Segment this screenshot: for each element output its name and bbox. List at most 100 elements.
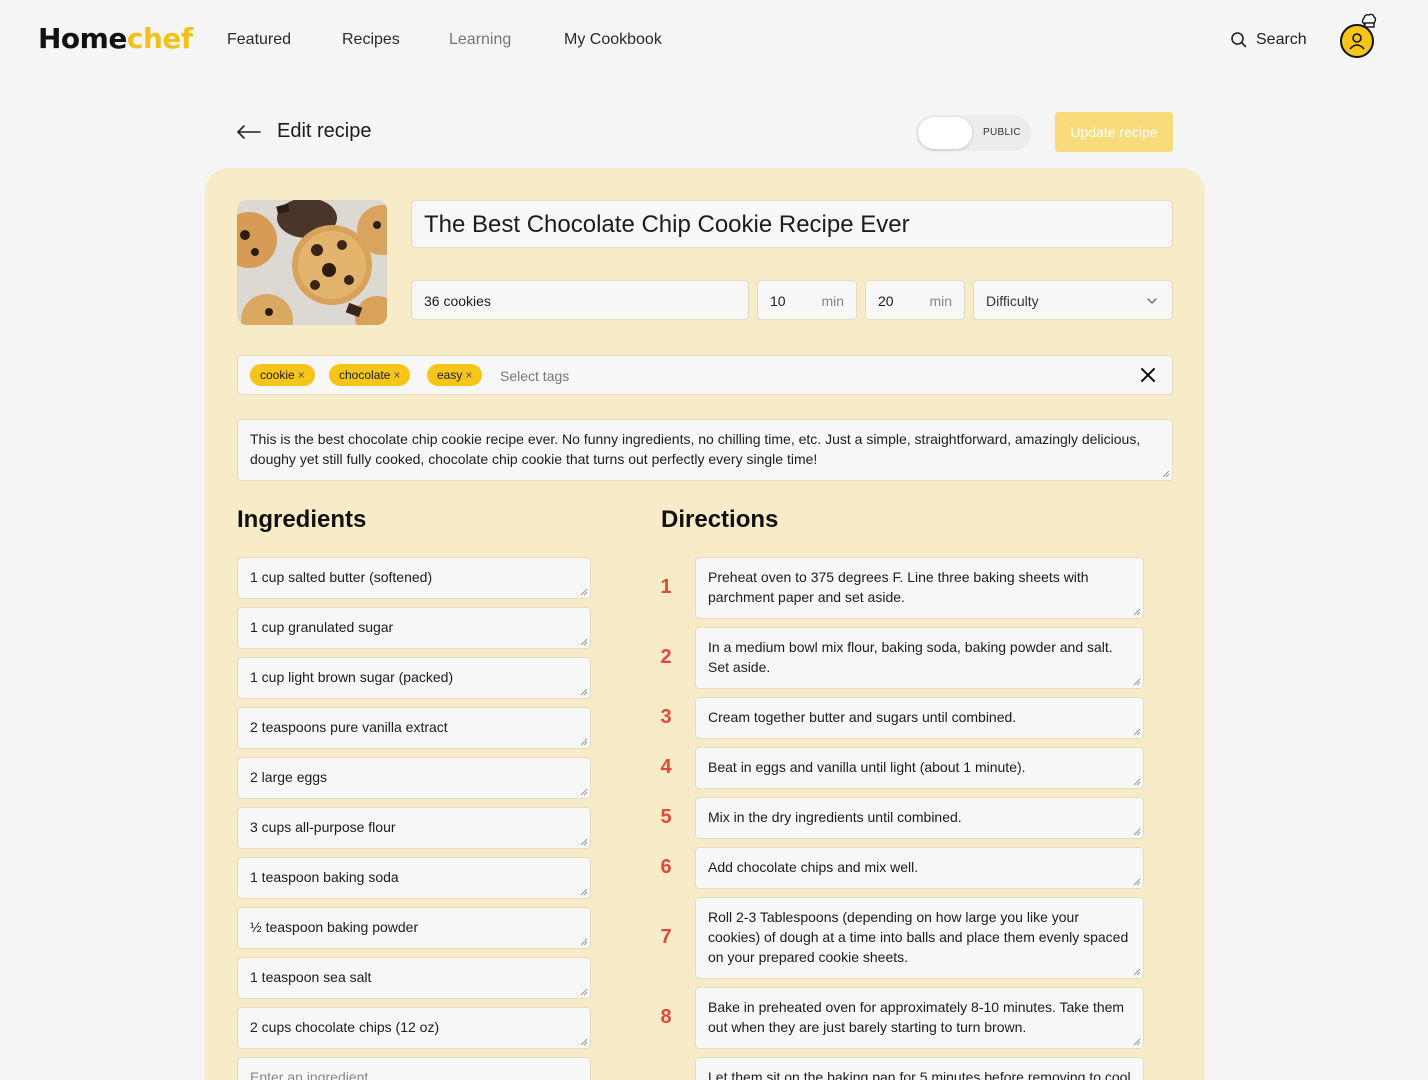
ingredients-heading: Ingredients — [237, 506, 367, 533]
ingredient-input[interactable]: 1 teaspoon baking soda — [237, 857, 591, 899]
description-text: This is the best chocolate chip cookie r… — [250, 431, 1141, 467]
tag-remove-icon[interactable]: × — [393, 368, 400, 382]
search-icon — [1231, 32, 1247, 48]
visibility-label: PUBLIC — [983, 127, 1021, 138]
homechef-logo[interactable]: Homechef — [38, 22, 193, 55]
resize-handle-icon[interactable] — [580, 838, 588, 846]
tag-chip[interactable]: chocolate × — [329, 364, 411, 386]
ingredient-input[interactable]: 1 cup light brown sugar (packed) — [237, 657, 591, 699]
cook-time-value: 20 — [878, 293, 894, 309]
logo-text-home: Home — [38, 22, 127, 55]
ingredient-text: 1 cup granulated sugar — [250, 619, 394, 635]
ingredient-text: 2 cups chocolate chips (12 oz) — [250, 1019, 440, 1035]
step-textarea[interactable]: Roll 2-3 Tablespoons (depending on how l… — [695, 897, 1144, 979]
back-arrow-icon[interactable] — [236, 122, 262, 142]
step-number: 1 — [660, 576, 672, 598]
tag-remove-icon[interactable]: × — [298, 368, 305, 382]
resize-handle-icon[interactable] — [580, 888, 588, 896]
resize-handle-icon[interactable] — [580, 788, 588, 796]
ingredient-input[interactable]: 1 teaspoon sea salt — [237, 957, 591, 999]
resize-handle-icon[interactable] — [1133, 608, 1141, 616]
visibility-toggle[interactable]: PUBLIC — [916, 115, 1031, 151]
servings-input[interactable]: 36 cookies — [411, 280, 749, 320]
directions-heading: Directions — [661, 506, 779, 533]
tag-chip[interactable]: cookie × — [250, 364, 315, 386]
ingredient-text: 2 teaspoons pure vanilla extract — [250, 719, 448, 735]
step-text: Beat in eggs and vanilla until light (ab… — [708, 759, 1026, 775]
ingredient-input[interactable]: 2 large eggs — [237, 757, 591, 799]
ingredient-input[interactable]: 2 teaspoons pure vanilla extract — [237, 707, 591, 749]
resize-handle-icon[interactable] — [580, 1038, 588, 1046]
step-textarea[interactable]: Add chocolate chips and mix well. — [695, 847, 1144, 889]
ingredient-text: 1 teaspoon baking soda — [250, 869, 399, 885]
step-number: 6 — [660, 856, 672, 878]
new-ingredient-input[interactable]: Enter an ingredient — [237, 1057, 591, 1080]
resize-handle-icon[interactable] — [1133, 728, 1141, 736]
resize-handle-icon[interactable] — [1133, 828, 1141, 836]
ingredient-input[interactable]: 3 cups all-purpose flour — [237, 807, 591, 849]
tag-label: cookie — [260, 368, 295, 382]
nav-recipes[interactable]: Recipes — [342, 31, 400, 49]
ingredient-placeholder: Enter an ingredient — [250, 1069, 369, 1080]
tag-label: chocolate — [339, 368, 391, 382]
difficulty-select[interactable]: Difficulty — [973, 280, 1173, 320]
step-number: 4 — [660, 756, 672, 778]
prep-time-value: 10 — [770, 293, 786, 309]
step-number: 5 — [660, 806, 672, 828]
ingredient-text: 1 teaspoon sea salt — [250, 969, 372, 985]
cook-time-unit: min — [929, 293, 952, 309]
ingredient-input[interactable]: 2 cups chocolate chips (12 oz) — [237, 1007, 591, 1049]
chevron-down-icon — [1147, 298, 1157, 304]
logo-text-chef: chef — [126, 22, 193, 55]
tag-remove-icon[interactable]: × — [465, 368, 472, 382]
ingredient-input[interactable]: 1 cup salted butter (softened) — [237, 557, 591, 599]
step-textarea[interactable]: Let them sit on the baking pan for 5 min… — [695, 1057, 1144, 1080]
step-textarea[interactable]: Mix in the dry ingredients until combine… — [695, 797, 1144, 839]
resize-handle-icon[interactable] — [1162, 470, 1170, 478]
step-textarea[interactable]: Preheat oven to 375 degrees F. Line thre… — [695, 557, 1144, 619]
recipe-photo[interactable] — [237, 200, 387, 325]
ingredient-text: ½ teaspoon baking powder — [250, 919, 419, 935]
resize-handle-icon[interactable] — [580, 688, 588, 696]
ingredient-text: 2 large eggs — [250, 769, 328, 785]
step-text: Bake in preheated oven for approximately… — [708, 999, 1125, 1035]
cook-time-input[interactable]: 20 min — [865, 280, 965, 320]
tag-chip[interactable]: easy × — [427, 364, 483, 386]
step-textarea[interactable]: Bake in preheated oven for approximately… — [695, 987, 1144, 1049]
chef-hat-icon — [1361, 13, 1377, 28]
step-text: Mix in the dry ingredients until combine… — [708, 809, 962, 825]
close-icon[interactable] — [1140, 367, 1156, 383]
resize-handle-icon[interactable] — [1133, 968, 1141, 976]
step-textarea[interactable]: Cream together butter and sugars until c… — [695, 697, 1144, 739]
step-number: 2 — [660, 646, 672, 668]
resize-handle-icon[interactable] — [1133, 1038, 1141, 1046]
search-button[interactable]: Search — [1230, 31, 1307, 49]
ingredient-text: 1 cup light brown sugar (packed) — [250, 669, 454, 685]
resize-handle-icon[interactable] — [1133, 678, 1141, 686]
difficulty-placeholder: Difficulty — [986, 293, 1039, 309]
ingredient-input[interactable]: 1 cup granulated sugar — [237, 607, 591, 649]
resize-handle-icon[interactable] — [580, 588, 588, 596]
resize-handle-icon[interactable] — [580, 638, 588, 646]
nav-featured[interactable]: Featured — [227, 31, 291, 49]
resize-handle-icon[interactable] — [580, 988, 588, 996]
update-recipe-button[interactable]: Update recipe — [1055, 112, 1173, 152]
step-text: Preheat oven to 375 degrees F. Line thre… — [708, 569, 1089, 605]
nav-my-cookbook[interactable]: My Cookbook — [564, 31, 662, 49]
resize-handle-icon[interactable] — [580, 738, 588, 746]
step-textarea[interactable]: In a medium bowl mix flour, baking soda,… — [695, 627, 1144, 689]
resize-handle-icon[interactable] — [1133, 778, 1141, 786]
prep-time-input[interactable]: 10 min — [757, 280, 857, 320]
nav-learning[interactable]: Learning — [449, 31, 511, 49]
description-textarea[interactable]: This is the best chocolate chip cookie r… — [237, 419, 1173, 481]
resize-handle-icon[interactable] — [580, 938, 588, 946]
ingredient-input[interactable]: ½ teaspoon baking powder — [237, 907, 591, 949]
step-textarea[interactable]: Beat in eggs and vanilla until light (ab… — [695, 747, 1144, 789]
step-text: Add chocolate chips and mix well. — [708, 859, 919, 875]
step-text: Roll 2-3 Tablespoons (depending on how l… — [708, 909, 1129, 965]
resize-handle-icon[interactable] — [1133, 878, 1141, 886]
tags-select[interactable]: cookie × chocolate × easy × Select tags — [237, 355, 1173, 395]
recipe-title-input[interactable]: The Best Chocolate Chip Cookie Recipe Ev… — [411, 200, 1173, 248]
toggle-knob[interactable] — [918, 117, 972, 149]
step-text: Cream together butter and sugars until c… — [708, 709, 1017, 725]
